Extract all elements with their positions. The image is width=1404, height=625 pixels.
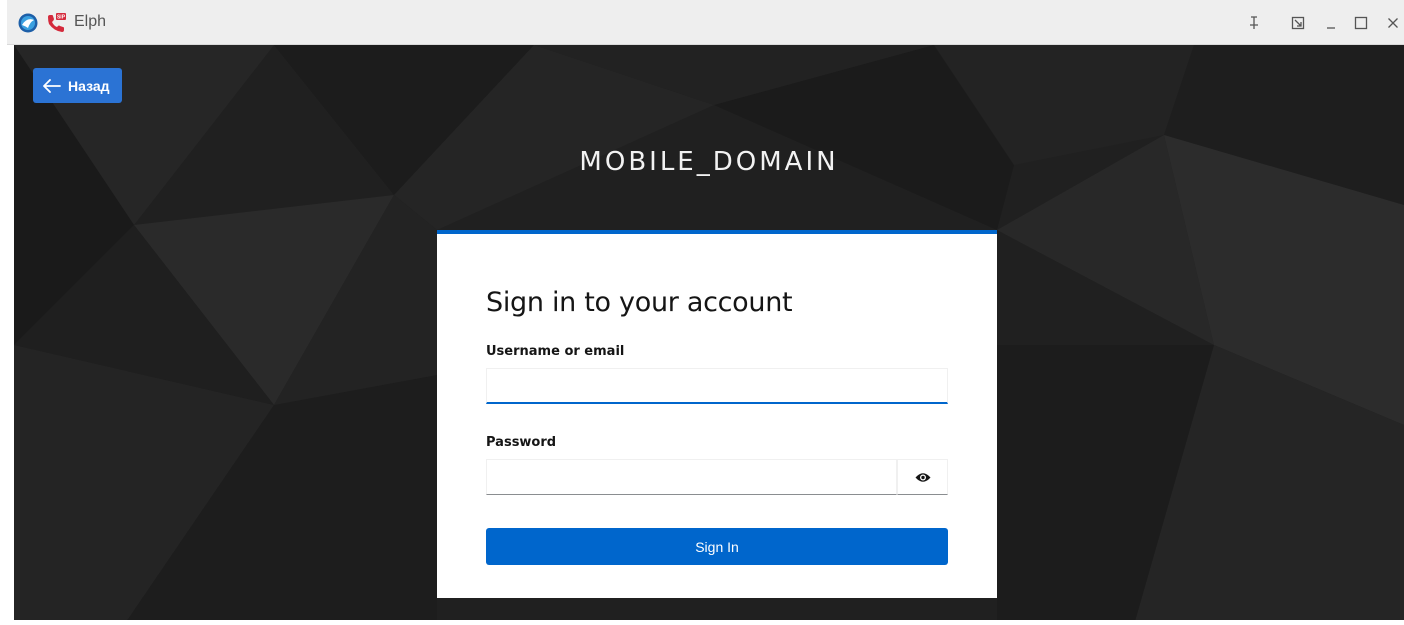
back-button-label: Назад xyxy=(68,77,110,94)
show-password-button[interactable] xyxy=(897,459,948,495)
minimize-icon[interactable] xyxy=(1321,13,1341,33)
window-title: Elph xyxy=(74,13,107,30)
globe-app-icon xyxy=(18,13,38,33)
window-bottom-edge xyxy=(7,620,1404,625)
app-window: SIP Elph Назад MOBILE_DOMAIN Sign in to … xyxy=(0,0,1404,625)
login-page: Назад MOBILE_DOMAIN Sign in to your acco… xyxy=(14,45,1404,625)
svg-text:SIP: SIP xyxy=(57,15,66,21)
realm-title: MOBILE_DOMAIN xyxy=(579,147,839,177)
eye-icon xyxy=(915,472,930,482)
sign-in-button[interactable]: Sign In xyxy=(486,528,948,565)
close-icon[interactable] xyxy=(1383,13,1403,33)
back-button[interactable]: Назад xyxy=(33,68,122,103)
restore-icon[interactable] xyxy=(1288,13,1308,33)
arrow-left-icon xyxy=(43,78,61,93)
password-label: Password xyxy=(486,435,557,450)
login-card: Sign in to your account Username or emai… xyxy=(437,230,997,598)
pin-icon[interactable] xyxy=(1244,13,1264,33)
username-input[interactable] xyxy=(486,368,948,404)
password-input[interactable] xyxy=(486,459,897,495)
username-label: Username or email xyxy=(486,344,625,359)
login-heading: Sign in to your account xyxy=(486,287,793,318)
title-bar: SIP Elph xyxy=(7,0,1404,45)
maximize-icon[interactable] xyxy=(1351,13,1371,33)
sip-phone-icon: SIP xyxy=(45,12,67,34)
